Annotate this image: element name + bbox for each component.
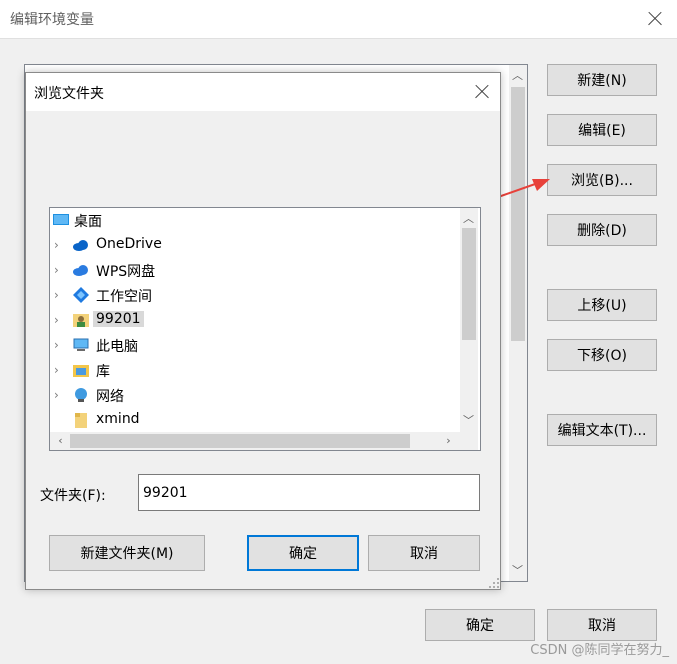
watermark: CSDN @陈同学在努力_ bbox=[530, 643, 669, 658]
browse-button[interactable]: 浏览(B)... bbox=[547, 164, 657, 196]
cancel-button[interactable]: 取消 bbox=[547, 609, 657, 641]
resize-grip-icon[interactable] bbox=[488, 577, 500, 589]
tree-hscrollbar[interactable]: ‹ › bbox=[50, 432, 460, 450]
browse-cancel-button[interactable]: 取消 bbox=[368, 535, 480, 571]
browse-ok-button[interactable]: 确定 bbox=[247, 535, 359, 571]
folder-field-label: 文件夹(F): bbox=[40, 488, 106, 504]
library-icon bbox=[73, 365, 89, 377]
scroll-up-icon[interactable]: ︿ bbox=[460, 210, 477, 227]
tree-item-label: 网络 bbox=[96, 389, 124, 405]
computer-icon bbox=[73, 338, 89, 351]
browse-title-bar: 浏览文件夹 bbox=[26, 73, 500, 111]
tree-item-xmind[interactable]: xmind bbox=[50, 408, 460, 432]
chevron-right-icon[interactable]: › bbox=[54, 312, 66, 328]
edit-button[interactable]: 编辑(E) bbox=[547, 114, 657, 146]
chevron-right-icon[interactable]: › bbox=[54, 387, 66, 403]
chevron-right-icon[interactable]: › bbox=[54, 337, 66, 353]
folder-icon bbox=[75, 413, 87, 428]
window-title: 编辑环境变量 bbox=[10, 12, 94, 28]
scroll-down-icon[interactable]: ﹀ bbox=[509, 562, 526, 579]
scroll-corner bbox=[460, 432, 478, 450]
tree-item-label: 工作空间 bbox=[96, 289, 152, 305]
new-folder-button[interactable]: 新建文件夹(M) bbox=[49, 535, 205, 571]
wps-cloud-icon bbox=[73, 265, 88, 276]
folder-path-input[interactable] bbox=[138, 474, 480, 511]
tree-item-label: 99201 bbox=[93, 311, 144, 327]
browse-dialog-title: 浏览文件夹 bbox=[34, 86, 104, 102]
edit-text-button[interactable]: 编辑文本(T)... bbox=[547, 414, 657, 446]
desktop-icon bbox=[53, 214, 69, 225]
scroll-right-icon[interactable]: › bbox=[440, 432, 457, 449]
move-down-button[interactable]: 下移(O) bbox=[547, 339, 657, 371]
delete-button[interactable]: 删除(D) bbox=[547, 214, 657, 246]
ok-button[interactable]: 确定 bbox=[425, 609, 535, 641]
folder-tree[interactable]: 桌面 › OneDrive › WPS网盘 › 工作空间 › 99201 › 此… bbox=[49, 207, 481, 451]
scroll-up-icon[interactable]: ︿ bbox=[509, 67, 526, 84]
scroll-thumb[interactable] bbox=[511, 87, 525, 341]
tree-hscroll-thumb[interactable] bbox=[70, 434, 410, 448]
tree-item-library[interactable]: › 库 bbox=[50, 358, 460, 382]
tree-item-label: 桌面 bbox=[74, 214, 102, 230]
tree-item-99201[interactable]: › 99201 bbox=[50, 308, 460, 332]
tree-vscrollbar[interactable]: ︿ ﹀ bbox=[460, 208, 478, 432]
tree-item-wps-cloud[interactable]: › WPS网盘 bbox=[50, 258, 460, 282]
chevron-right-icon[interactable]: › bbox=[54, 287, 66, 303]
browse-folder-dialog: 浏览文件夹 桌面 › OneDrive › WPS网盘 › 工作空间 › 992… bbox=[25, 72, 501, 590]
tree-item-label: 库 bbox=[96, 364, 110, 380]
tree-item-label: xmind bbox=[96, 411, 140, 427]
tree-item-this-pc[interactable]: › 此电脑 bbox=[50, 333, 460, 357]
tree-item-onedrive[interactable]: › OneDrive bbox=[50, 233, 460, 257]
new-button[interactable]: 新建(N) bbox=[547, 64, 657, 96]
title-bar: 编辑环境变量 bbox=[0, 0, 677, 39]
cloud-icon bbox=[73, 240, 88, 251]
network-icon bbox=[75, 388, 87, 402]
list-scrollbar[interactable]: ︿ ﹀ bbox=[509, 65, 527, 581]
user-folder-icon bbox=[73, 314, 89, 327]
chevron-right-icon[interactable]: › bbox=[54, 237, 66, 253]
tree-item-workspace[interactable]: › 工作空间 bbox=[50, 283, 460, 307]
tree-item-network[interactable]: › 网络 bbox=[50, 383, 460, 407]
tree-vscroll-thumb[interactable] bbox=[462, 228, 476, 340]
chevron-right-icon[interactable]: › bbox=[54, 362, 66, 378]
move-up-button[interactable]: 上移(U) bbox=[547, 289, 657, 321]
close-icon[interactable] bbox=[467, 77, 497, 107]
scroll-left-icon[interactable]: ‹ bbox=[52, 432, 69, 449]
tree-item-label: WPS网盘 bbox=[96, 264, 156, 280]
close-icon[interactable] bbox=[640, 4, 670, 34]
tree-item-label: OneDrive bbox=[96, 236, 162, 252]
chevron-right-icon[interactable]: › bbox=[54, 262, 66, 278]
workspace-icon bbox=[73, 287, 89, 303]
scroll-down-icon[interactable]: ﹀ bbox=[460, 412, 477, 429]
tree-item-label: 此电脑 bbox=[96, 339, 138, 355]
tree-item-desktop[interactable]: 桌面 bbox=[50, 208, 460, 232]
